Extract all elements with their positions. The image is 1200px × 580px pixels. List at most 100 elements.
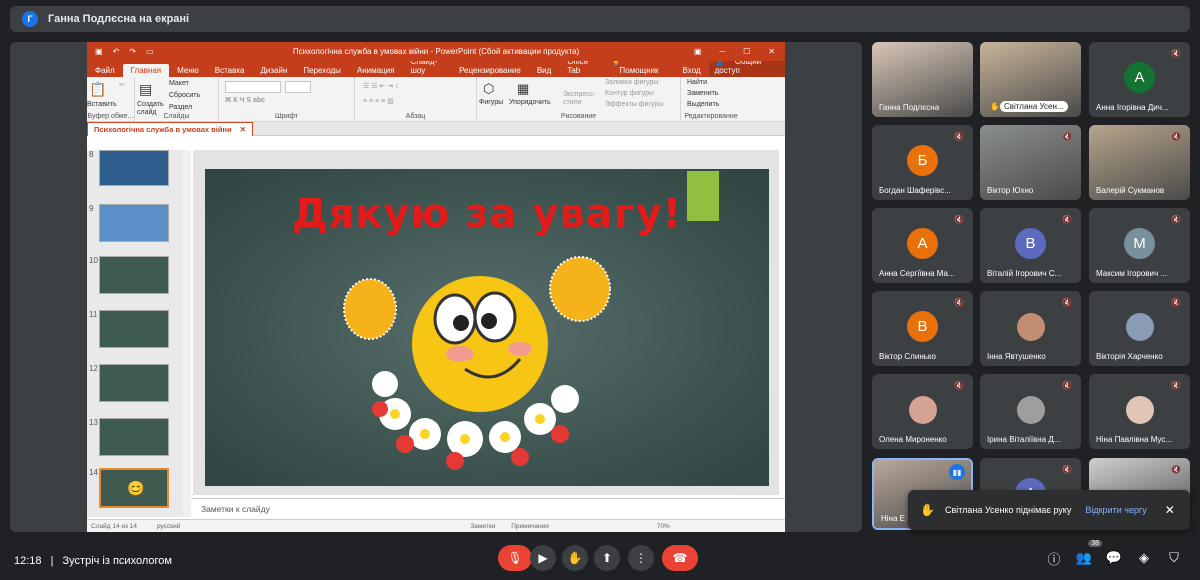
slide-thumbnail[interactable] xyxy=(99,310,169,348)
tab-file[interactable]: Файл xyxy=(87,64,123,77)
slide-thumbnail[interactable] xyxy=(99,204,169,242)
participant-tile[interactable]: Ганна Подлєсна xyxy=(872,42,973,117)
font-size-field[interactable] xyxy=(285,81,311,93)
quick-styles-button[interactable]: Экспресс-стили xyxy=(563,91,597,107)
minimize-icon[interactable]: ─ xyxy=(719,47,725,56)
participant-tile[interactable]: 🔇 Олена Мироненко xyxy=(872,374,973,449)
login-link[interactable]: Вход xyxy=(675,64,709,77)
close-tab-icon[interactable]: ✕ xyxy=(240,125,246,134)
tab-transitions[interactable]: Переходы xyxy=(295,64,349,77)
shapes-icon[interactable]: ⬡ xyxy=(483,81,494,97)
slide-thumbnail[interactable] xyxy=(99,418,169,456)
quick-access-toolbar: ▣ ↶ ↷ ▭ xyxy=(87,47,154,56)
chat-button[interactable]: 💬 xyxy=(1102,546,1126,570)
new-slide-icon[interactable]: ▤ xyxy=(139,81,152,98)
presenter-banner: Г Ганна Подлєсна на екрані xyxy=(10,6,1190,32)
undo-icon[interactable]: ↶ xyxy=(113,47,120,56)
group-font: Ж К Ч S abc Шрифт xyxy=(219,77,355,121)
tab-menu[interactable]: Меню xyxy=(169,64,207,77)
align-icons[interactable]: ≡ ≡ ≡ ≡ ▥ xyxy=(363,97,394,105)
redo-icon[interactable]: ↷ xyxy=(129,47,136,56)
tab-view[interactable]: Вид xyxy=(529,64,559,77)
participant-tile[interactable]: В 🔇 Віталій Ігорович С... xyxy=(980,208,1081,283)
tab-home[interactable]: Главная xyxy=(122,64,170,77)
participant-tile[interactable]: 🔇 Вікторія Харченко xyxy=(1089,291,1190,366)
slideshow-icon[interactable]: ▭ xyxy=(146,47,154,56)
ribbon-options-icon[interactable]: ▣ xyxy=(694,47,702,56)
participant-tile[interactable]: 🔇 Віктор Юхно xyxy=(980,125,1081,200)
paste-button[interactable]: Вставить xyxy=(87,101,117,108)
activities-button[interactable]: ◈ xyxy=(1132,546,1156,570)
replace-button[interactable]: Заменить xyxy=(687,90,718,97)
select-button[interactable]: Выделить xyxy=(687,101,719,108)
group-slides: ▤ Создать слайд Макет Сбросить Раздел Сл… xyxy=(135,77,219,121)
participant-name: Ганна Подлєсна xyxy=(879,103,940,112)
slide-thumbnail-active[interactable]: 😊 xyxy=(99,468,169,508)
open-queue-button[interactable]: Відкрити чергу xyxy=(1085,505,1146,515)
editing-label: Редактирование xyxy=(684,113,738,120)
participant-tile[interactable]: А 🔇 Анна Сергіївна Ма... xyxy=(872,208,973,283)
leave-call-button[interactable]: ☎ xyxy=(662,545,698,571)
dismiss-icon[interactable]: ✕ xyxy=(1165,503,1175,517)
reset-button[interactable]: Сбросить xyxy=(169,92,200,99)
close-icon[interactable]: ✕ xyxy=(768,47,775,56)
language-indicator[interactable]: русский xyxy=(157,523,180,530)
comments-toggle[interactable]: Примечания xyxy=(511,523,549,530)
list-icons[interactable]: ☰ ☰ ⇤ ⇥ ↕ xyxy=(363,82,399,90)
thumbnail-scrollbar[interactable] xyxy=(183,150,191,517)
shapes-button[interactable]: Фигуры xyxy=(479,99,503,106)
more-vert-icon: ⋮ xyxy=(635,551,647,565)
participant-name: Ірина Віталіївна Д... xyxy=(987,435,1061,444)
participant-tile[interactable]: 🔇 Ірина Віталіївна Д... xyxy=(980,374,1081,449)
participant-name: Віктор Юхно xyxy=(987,186,1034,195)
participant-tile[interactable]: ✋ Світлана Усен... xyxy=(980,42,1081,117)
shape-fill-button[interactable]: Заливка фигуры xyxy=(605,79,658,86)
find-button[interactable]: Найти xyxy=(687,79,707,86)
layout-button[interactable]: Макет xyxy=(169,80,189,87)
paste-icon[interactable]: 📋 xyxy=(89,81,106,98)
font-format-buttons[interactable]: Ж К Ч S abc xyxy=(225,97,265,104)
tab-design[interactable]: Дизайн xyxy=(252,64,295,77)
participant-tile[interactable]: 🔇 Інна Явтушенко xyxy=(980,291,1081,366)
participant-tile[interactable]: В 🔇 Віктор Слинько xyxy=(872,291,973,366)
participant-tile[interactable]: А 🔇 Анна Ігорівна Дич... xyxy=(1089,42,1190,117)
document-tab[interactable]: Психологічна служба в умовах війни ✕ xyxy=(87,121,253,136)
slide-thumbnails[interactable]: 8 9 10 11 12 13 14 😊 xyxy=(87,150,185,517)
zoom-level[interactable]: 70% xyxy=(657,523,670,530)
muted-mic-icon: 🔇 xyxy=(1062,465,1072,474)
ppt-titlebar: ▣ ↶ ↷ ▭ Психологічна служба в умовах вій… xyxy=(87,42,785,61)
people-button[interactable]: 👥 38 xyxy=(1072,540,1102,570)
camera-button[interactable]: ▶ xyxy=(530,545,556,571)
meeting-details-button[interactable]: ⓘ xyxy=(1042,546,1066,570)
shape-effects-button[interactable]: Эффекты фигуры xyxy=(605,101,663,108)
participant-tile[interactable]: 🔇 Ніна Павлівна Мус... xyxy=(1089,374,1190,449)
font-name-field[interactable] xyxy=(225,81,281,93)
notification-text: Світлана Усенко піднімає руку xyxy=(944,505,1072,515)
slide-notes[interactable]: Заметки к слайду xyxy=(191,498,785,517)
host-controls-button[interactable]: ⛉ xyxy=(1162,546,1186,570)
more-options-button[interactable]: ⋮ xyxy=(628,545,654,571)
arrange-button[interactable]: Упорядочить xyxy=(509,99,551,106)
slide-thumbnail[interactable] xyxy=(99,150,169,186)
maximize-icon[interactable]: ☐ xyxy=(743,47,750,56)
tab-animation[interactable]: Анимация xyxy=(349,64,403,77)
mic-off-button[interactable]: 🎙 xyxy=(498,545,532,571)
raise-hand-button[interactable]: ✋ xyxy=(562,545,588,571)
participant-tile[interactable]: 🔇 Валерій Сукманов xyxy=(1089,125,1190,200)
muted-mic-icon: 🔇 xyxy=(1062,132,1072,141)
shape-outline-button[interactable]: Контур фигуры xyxy=(605,90,654,97)
current-slide[interactable]: Дякую за увагу! xyxy=(205,169,769,486)
participant-tile[interactable]: М 🔇 Максим Ігорович ... xyxy=(1089,208,1190,283)
section-button[interactable]: Раздел xyxy=(169,104,192,111)
save-icon[interactable]: ▣ xyxy=(95,47,103,56)
tab-insert[interactable]: Вставка xyxy=(207,64,253,77)
slide-thumbnail[interactable] xyxy=(99,256,169,294)
participant-tile[interactable]: Б 🔇 Богдан Шаферівс... xyxy=(872,125,973,200)
arrange-icon[interactable]: ▦ xyxy=(517,81,529,97)
cut-icon[interactable]: ✂ xyxy=(119,81,125,89)
notes-toggle[interactable]: Заметки xyxy=(470,523,495,530)
slide-thumbnail[interactable] xyxy=(99,364,169,402)
present-button[interactable]: ⬆ xyxy=(594,545,620,571)
hand-raise-icon: ✋ xyxy=(567,551,583,565)
tab-review[interactable]: Рецензирование xyxy=(451,64,529,77)
